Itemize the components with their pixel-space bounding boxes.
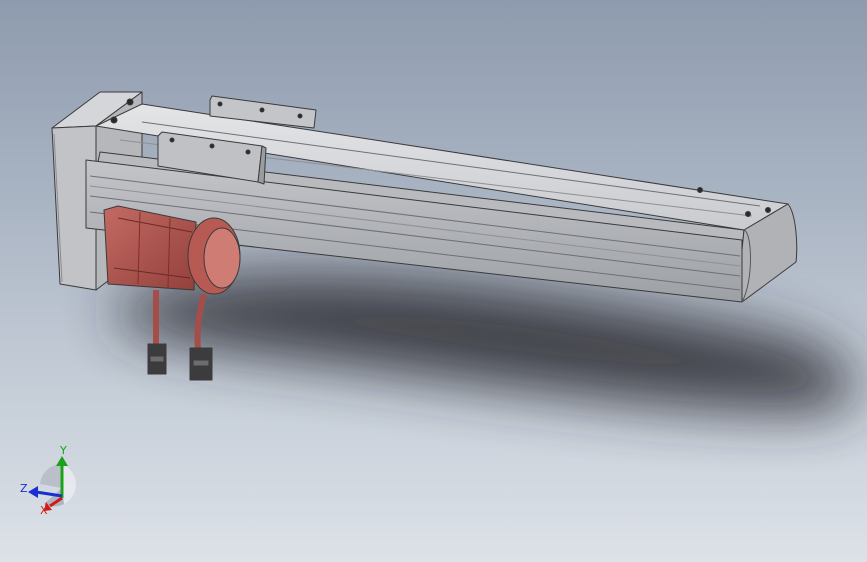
- orientation-triad[interactable]: Y Z X: [14, 440, 84, 520]
- z-axis-arrow-icon: [28, 486, 63, 498]
- x-axis-label: X: [40, 504, 48, 517]
- servo-motor[interactable]: [103, 205, 241, 295]
- y-axis-label: Y: [59, 444, 67, 457]
- 3d-viewport[interactable]: Y Z X: [0, 0, 867, 562]
- cable-connector-right[interactable]: [189, 347, 213, 381]
- z-axis-label: Z: [20, 482, 28, 495]
- cable-connector-left[interactable]: [147, 343, 167, 375]
- model-scene[interactable]: [0, 0, 867, 562]
